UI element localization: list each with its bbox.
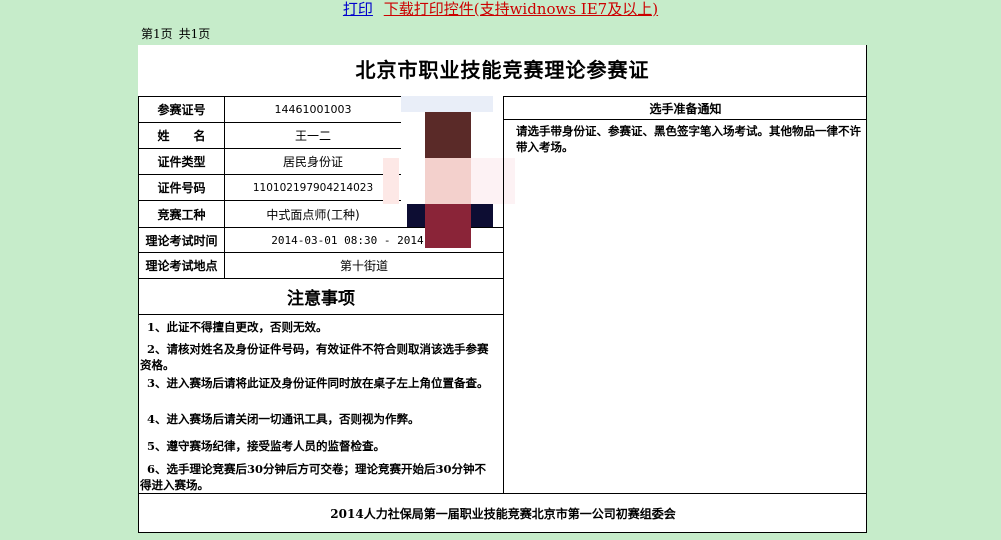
photo-block bbox=[425, 204, 471, 248]
field-label-trade: 竞赛工种 bbox=[138, 200, 224, 227]
field-value-id: 14461001003 bbox=[224, 96, 401, 122]
preparation-notice-body: 请选手带身份证、参赛证、黑色签字笔入场考试。其他物品一律不许带入考场。 bbox=[503, 119, 867, 493]
photo-block bbox=[425, 158, 471, 204]
current-page: 第1页 bbox=[141, 27, 173, 41]
organizer-footer: 2014人力社保局第一届职业技能竞赛北京市第一公司初赛组委会 bbox=[138, 493, 867, 533]
certificate-title: 北京市职业技能竞赛理论参赛证 bbox=[355, 58, 650, 82]
field-value-exam-location: 第十街道 bbox=[224, 252, 503, 278]
field-value-id-number: 110102197904214023 bbox=[224, 174, 401, 200]
field-value-trade: 中式面点师(工种) bbox=[224, 200, 401, 227]
field-label-id-number: 证件号码 bbox=[138, 174, 224, 200]
notice-title: 注意事项 bbox=[138, 278, 503, 314]
photo-block bbox=[401, 96, 493, 112]
rule-item: 4、进入赛场后请关闭一切通讯工具，否则视为作弊。 bbox=[147, 412, 420, 426]
top-links: 打印 下载打印控件(支持widnows IE7及以上) bbox=[0, 0, 1001, 18]
rule-item: 1、此证不得擅自更改，否则无效。 bbox=[147, 320, 328, 334]
print-link[interactable]: 打印 bbox=[343, 0, 373, 18]
field-value-name: 王一二 bbox=[224, 122, 401, 148]
certificate-card: 北京市职业技能竞赛理论参赛证 参赛证号 14461001003 姓 名 王一二 … bbox=[138, 45, 867, 533]
rule-item: 3、进入赛场后请将此证及身份证件同时放在桌子左上角位置备查。 bbox=[147, 376, 489, 390]
field-label-id: 参赛证号 bbox=[138, 96, 224, 122]
rule-item: 5、遵守赛场纪律，接受监考人员的监督检查。 bbox=[147, 439, 385, 453]
notice-list: 1、此证不得擅自更改，否则无效。 2、请核对姓名及身份证件号码，有效证件不符合则… bbox=[138, 314, 503, 493]
contestant-photo bbox=[383, 96, 515, 248]
field-label-exam-time: 理论考试时间 bbox=[138, 227, 224, 252]
photo-block bbox=[425, 112, 471, 158]
field-label-id-type: 证件类型 bbox=[138, 148, 224, 174]
preparation-notice-header: 选手准备通知 bbox=[503, 96, 867, 119]
field-label-exam-location: 理论考试地点 bbox=[138, 252, 224, 278]
rule-item: 6、选手理论竞赛后30分钟后方可交卷；理论竞赛开始后30分钟不得进入赛场。 bbox=[140, 462, 487, 492]
download-print-control-link[interactable]: 下载打印控件(支持widnows IE7及以上) bbox=[384, 0, 658, 18]
total-pages: 共1页 bbox=[178, 27, 211, 41]
preparation-notice-text: 请选手带身份证、参赛证、黑色签字笔入场考试。其他物品一律不许带入考场。 bbox=[516, 124, 861, 154]
rule-item: 2、请核对姓名及身份证件号码，有效证件不符合则取消该选手参赛资格。 bbox=[140, 342, 489, 372]
page-indicator: 第1页 共1页 bbox=[141, 25, 210, 42]
field-value-id-type: 居民身份证 bbox=[224, 148, 401, 174]
photo-block bbox=[383, 158, 399, 204]
field-label-name: 姓 名 bbox=[138, 122, 224, 148]
